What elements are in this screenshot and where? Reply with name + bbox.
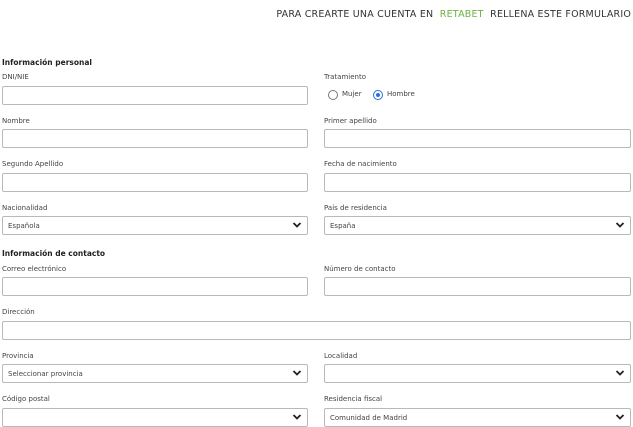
nacionalidad-label: Nacionalidad	[2, 204, 48, 212]
localidad-label: Localidad	[324, 352, 358, 360]
direccion-input[interactable]	[2, 321, 631, 340]
primer-apellido-input[interactable]	[324, 129, 631, 148]
treatment-label: Tratamiento	[324, 73, 366, 81]
dni-input[interactable]	[2, 86, 308, 105]
provincia-select[interactable]: Seleccionar provincia	[2, 364, 308, 383]
nombre-input[interactable]	[2, 129, 308, 148]
chevron-down-icon	[615, 222, 625, 228]
correo-input[interactable]	[2, 277, 308, 296]
numero-contacto-label: Número de contacto	[324, 265, 396, 273]
pais-residencia-value: España	[324, 216, 631, 235]
chevron-down-icon	[615, 414, 625, 420]
nacionalidad-select[interactable]: Española	[2, 216, 308, 235]
radio-hombre-label: Hombre	[387, 90, 415, 98]
radio-mujer-label: Mujer	[342, 90, 362, 98]
dni-label: DNI/NIE	[2, 73, 29, 81]
radio-hombre[interactable]	[373, 90, 383, 100]
fecha-nacimiento-label: Fecha de nacimiento	[324, 160, 397, 168]
correo-label: Correo electrónico	[2, 265, 67, 273]
localidad-select[interactable]	[324, 364, 631, 383]
residencia-fiscal-label: Residencia fiscal	[324, 395, 383, 403]
codigo-postal-select[interactable]	[2, 408, 308, 427]
section-title-contact: Información de contacto	[2, 249, 106, 258]
chevron-down-icon	[292, 222, 302, 228]
fecha-nacimiento-input[interactable]	[324, 173, 631, 192]
provincia-label: Provincia	[2, 352, 34, 360]
chevron-down-icon	[292, 370, 302, 376]
direccion-label: Dirección	[2, 308, 35, 316]
brand-name: RETABET	[439, 9, 484, 20]
numero-contacto-input[interactable]	[324, 277, 631, 296]
provincia-value: Seleccionar provincia	[2, 364, 308, 383]
codigo-postal-label: Código postal	[2, 395, 50, 403]
segundo-apellido-input[interactable]	[2, 173, 308, 192]
chevron-down-icon	[292, 414, 302, 420]
segundo-apellido-label: Segundo Apellido	[2, 160, 64, 168]
nombre-label: Nombre	[2, 117, 30, 125]
chevron-down-icon	[615, 370, 625, 376]
codigo-postal-value	[2, 408, 308, 427]
section-title-personal: Información personal	[2, 58, 92, 67]
nacionalidad-value: Española	[2, 216, 308, 235]
localidad-value	[324, 364, 631, 383]
residencia-fiscal-select[interactable]: Comunidad de Madrid	[324, 408, 631, 427]
header-prefix: PARA CREARTE UNA CUENTA EN	[276, 9, 434, 20]
pais-residencia-select[interactable]: España	[324, 216, 631, 235]
header-suffix: RELLENA ESTE FORMULARIO	[490, 9, 631, 20]
residencia-fiscal-value: Comunidad de Madrid	[324, 408, 631, 427]
form-header: PARA CREARTE UNA CUENTA EN RETABET RELLE…	[276, 9, 631, 20]
primer-apellido-label: Primer apellido	[324, 117, 377, 125]
pais-residencia-label: País de residencia	[324, 204, 387, 212]
radio-mujer[interactable]	[328, 90, 338, 100]
